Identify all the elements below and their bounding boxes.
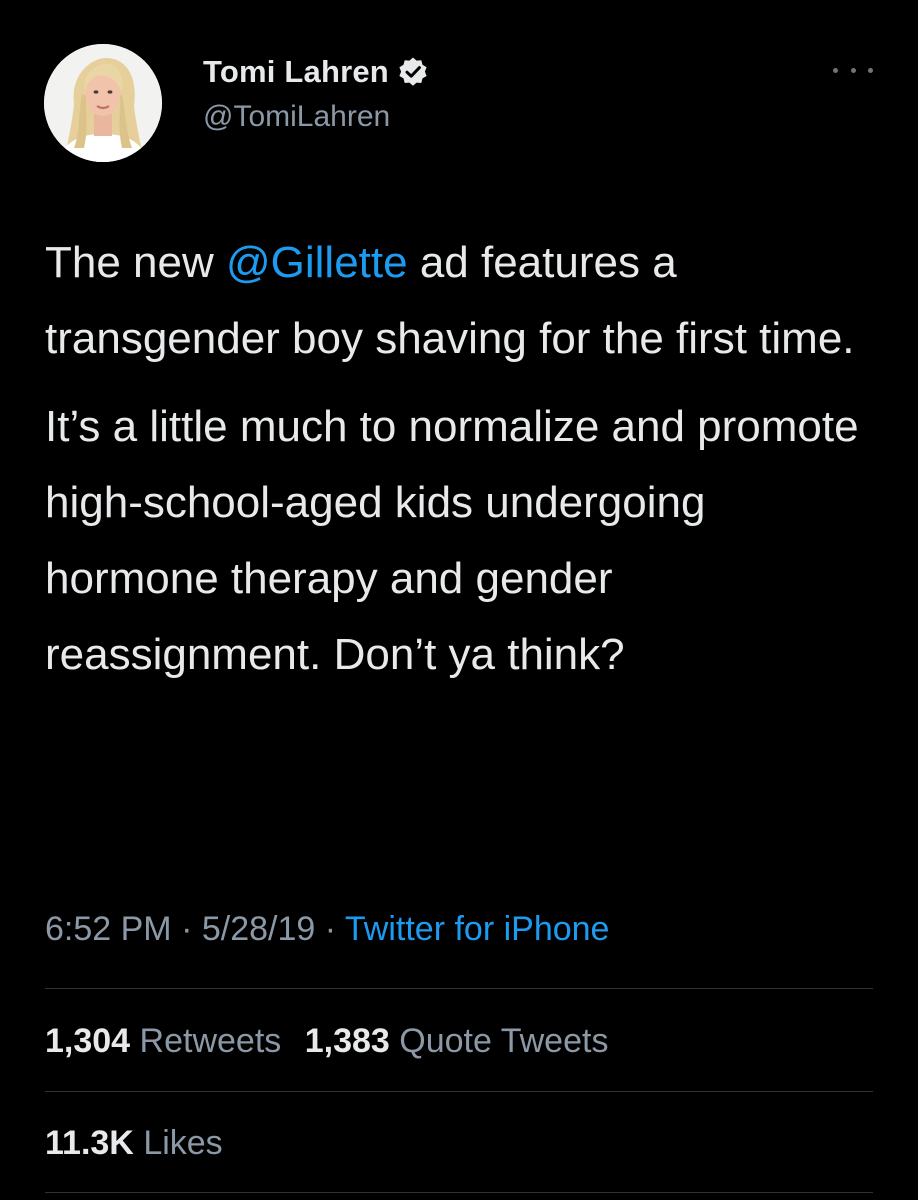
- tweet-source-link[interactable]: Twitter for iPhone: [345, 910, 610, 948]
- quote-tweets-count: 1,383: [304, 1022, 390, 1060]
- likes-link[interactable]: 11.3K Likes: [45, 1124, 223, 1162]
- likes-count: 11.3K: [45, 1124, 134, 1162]
- mention-link[interactable]: @Gillette: [226, 238, 408, 287]
- tweet-date[interactable]: 5/28/19: [202, 910, 315, 948]
- quote-tweets-label: Quote Tweets: [399, 1022, 609, 1060]
- author-display-name[interactable]: Tomi Lahren: [203, 54, 389, 90]
- avatar[interactable]: [44, 44, 162, 162]
- tweet-time[interactable]: 6:52 PM: [45, 910, 172, 948]
- tweet-text: The new @Gillette ad features a transgen…: [45, 225, 885, 693]
- more-dot: [850, 67, 856, 73]
- retweets-count: 1,304: [45, 1022, 131, 1060]
- meta-separator: ·: [171, 910, 202, 948]
- likes-label: Likes: [143, 1124, 223, 1162]
- author-name-row[interactable]: Tomi Lahren: [203, 52, 429, 92]
- divider: [45, 988, 873, 989]
- tweet-paragraph-2: It’s a little much to normalize and prom…: [45, 402, 859, 679]
- retweets-label: Retweets: [139, 1022, 282, 1060]
- meta-separator: ·: [315, 910, 345, 948]
- divider: [45, 1091, 873, 1092]
- verified-badge-icon: [397, 56, 429, 88]
- more-options-icon[interactable]: [833, 60, 873, 80]
- quote-tweets-link[interactable]: 1,383 Quote Tweets: [305, 1022, 609, 1060]
- tweet-paragraph-1: The new @Gillette ad features a transgen…: [45, 225, 885, 377]
- more-dot: [833, 67, 838, 73]
- tweet-metadata: 6:52 PM · 5/28/19 · Twitter for iPhone: [45, 910, 609, 949]
- retweet-stats: 1,304 Retweets 1,383 Quote Tweets: [45, 1022, 608, 1061]
- tweet-detail: Tomi Lahren @TomiLahren The new @Gillett…: [0, 0, 918, 1200]
- likes-stats: 11.3K Likes: [45, 1124, 223, 1163]
- more-dot: [868, 67, 873, 73]
- retweets-link[interactable]: 1,304 Retweets: [45, 1022, 281, 1060]
- divider: [45, 1192, 873, 1193]
- author-handle[interactable]: @TomiLahren: [203, 100, 390, 134]
- tweet-text-part: The new: [45, 238, 226, 287]
